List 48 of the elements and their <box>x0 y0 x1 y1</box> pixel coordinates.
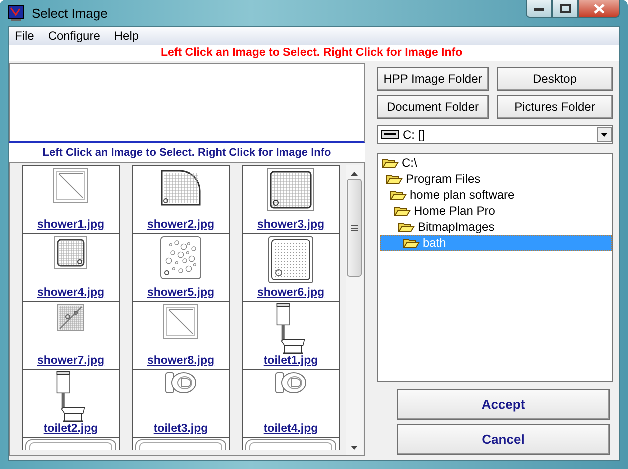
tree-item[interactable]: Home Plan Pro <box>380 203 612 219</box>
tree-item[interactable]: C:\ <box>380 155 612 171</box>
folder-name: C:\ <box>402 156 418 170</box>
thumbnail-tile[interactable]: toilet2.jpg <box>22 369 120 437</box>
accept-button[interactable]: Accept <box>397 389 610 420</box>
folder-name: bath <box>423 236 446 250</box>
folder-button[interactable]: HPP Image Folder <box>377 67 489 91</box>
drive-dropdown[interactable]: C: [] <box>377 125 613 144</box>
folder-name: BitmapImages <box>418 220 495 234</box>
menu-item[interactable]: Help <box>114 29 140 43</box>
thumbnail-tile[interactable]: shower1.jpg <box>22 165 120 233</box>
tree-item[interactable]: Program Files <box>380 171 612 187</box>
menu-item[interactable]: File <box>15 29 34 43</box>
thumbnail-tile[interactable]: toilet1.jpg <box>242 301 340 369</box>
folder-button[interactable]: Pictures Folder <box>497 95 613 119</box>
file-link[interactable]: shower4.jpg <box>37 287 105 300</box>
instruction-text: Left Click an Image to Select. Right Click for Image Info <box>9 143 365 162</box>
file-link[interactable]: shower1.jpg <box>37 219 105 232</box>
file-link[interactable]: shower7.jpg <box>37 355 105 368</box>
cancel-button[interactable]: Cancel <box>397 424 610 455</box>
thumbnail-tile[interactable]: shower6.jpg <box>242 233 340 301</box>
file-link[interactable]: shower6.jpg <box>257 287 325 300</box>
file-link[interactable]: toilet2.jpg <box>44 423 98 436</box>
thumbnail-tile[interactable]: shower4.jpg <box>22 233 120 301</box>
thumbnail-tile[interactable]: shower2.jpg <box>132 165 230 233</box>
folder-name: Program Files <box>406 172 481 186</box>
file-link[interactable]: shower5.jpg <box>147 287 215 300</box>
thumbnail-tile[interactable]: toilet4.jpg <box>242 369 340 437</box>
folder-name: Home Plan Pro <box>414 204 496 218</box>
folder-button[interactable]: Document Folder <box>377 95 489 119</box>
file-link[interactable]: shower2.jpg <box>147 219 215 232</box>
thumbnail-tile[interactable]: toilet3.jpg <box>132 369 230 437</box>
tree-item[interactable]: home plan software <box>380 187 612 203</box>
file-link[interactable]: toilet1.jpg <box>264 355 318 368</box>
thumbnail-tile[interactable]: shower7.jpg <box>22 301 120 369</box>
file-link[interactable]: toilet4.jpg <box>264 423 318 436</box>
folder-button[interactable]: Desktop <box>497 67 613 91</box>
file-link[interactable]: toilet3.jpg <box>154 423 208 436</box>
menu-item[interactable]: Configure <box>48 29 100 43</box>
thumbnail-tile[interactable]: shower8.jpg <box>132 301 230 369</box>
window-title: Select Image <box>32 6 109 20</box>
file-link[interactable]: shower8.jpg <box>147 355 215 368</box>
tree-item[interactable]: BitmapImages <box>380 219 612 235</box>
folder-name: home plan software <box>410 188 515 202</box>
file-link[interactable]: shower3.jpg <box>257 219 325 232</box>
thumbnail-tile[interactable]: shower3.jpg <box>242 165 340 233</box>
thumbnail-tile[interactable]: shower5.jpg <box>132 233 230 301</box>
instruction-text: Left Click an Image to Select. Right Click for Image Info <box>9 45 619 61</box>
